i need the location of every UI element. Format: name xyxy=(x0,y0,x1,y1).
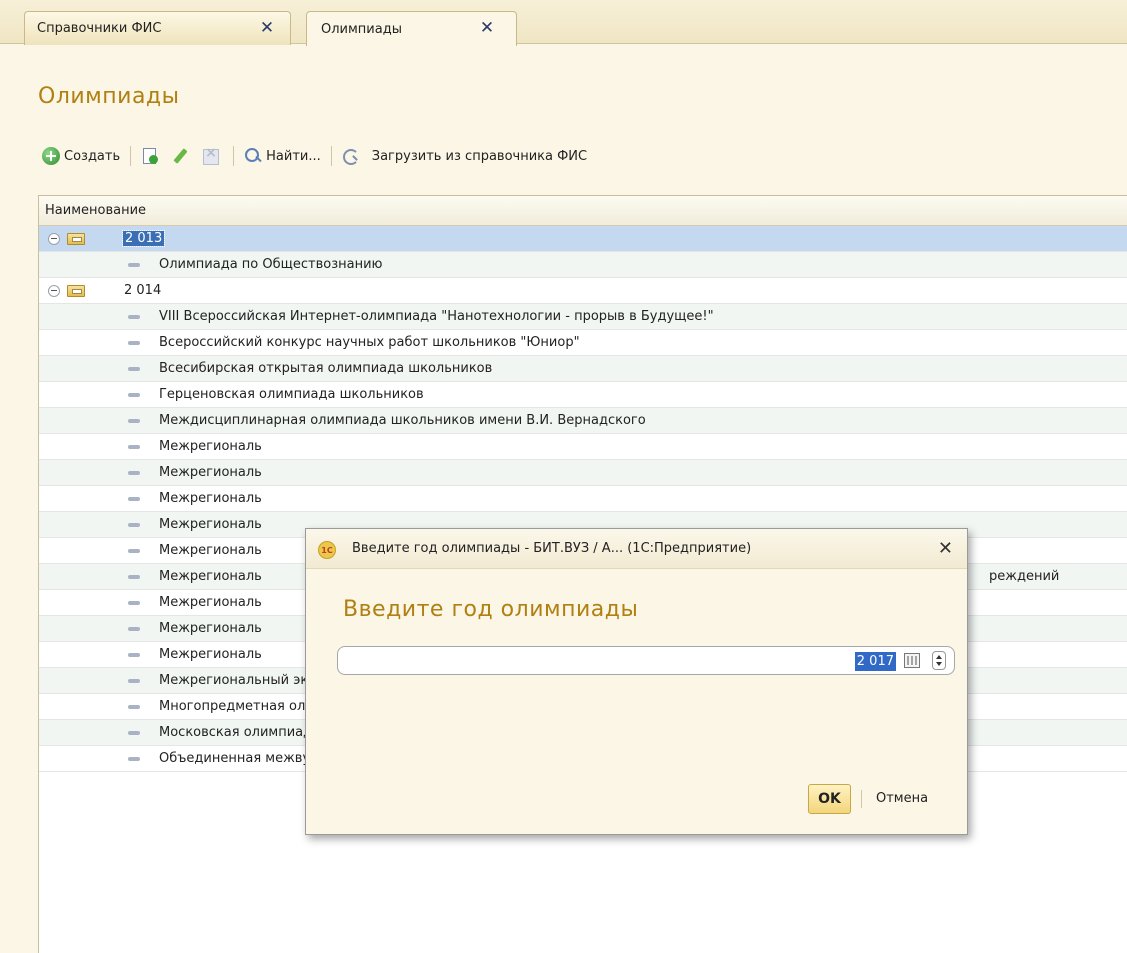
table-row[interactable]: Олимпиада по Обществознанию xyxy=(39,252,1127,278)
button-separator xyxy=(861,790,862,808)
group-row[interactable]: 2 014 xyxy=(39,278,1127,304)
element-icon xyxy=(128,757,140,761)
row-label-overflow: реждений xyxy=(989,569,1060,584)
pencil-icon xyxy=(171,147,189,165)
table-row[interactable]: Всероссийский конкурс научных работ школ… xyxy=(39,330,1127,356)
toolbar-separator xyxy=(233,146,235,166)
row-label: Всероссийский конкурс научных работ школ… xyxy=(159,335,580,350)
element-icon xyxy=(128,393,140,397)
delete-button[interactable] xyxy=(197,143,227,169)
calculator-icon[interactable] xyxy=(904,653,920,668)
ok-button[interactable]: OK xyxy=(808,784,851,814)
element-icon xyxy=(128,679,140,683)
copy-icon xyxy=(141,147,159,165)
table-row[interactable]: Междисциплинарная олимпиада школьников и… xyxy=(39,408,1127,434)
element-icon xyxy=(128,653,140,657)
element-icon xyxy=(128,731,140,735)
close-icon[interactable]: ✕ xyxy=(478,19,496,37)
row-label: Межрегиональ xyxy=(159,569,262,584)
table-row[interactable]: Герценовская олимпиада школьников xyxy=(39,382,1127,408)
row-label: Межрегиональ xyxy=(159,439,262,454)
row-label: Всесибирская открытая олимпиада школьник… xyxy=(159,361,493,376)
element-icon xyxy=(128,705,140,709)
element-icon xyxy=(128,367,140,371)
row-label: Герценовская олимпиада школьников xyxy=(159,387,424,402)
group-label: 2 014 xyxy=(124,283,162,298)
dialog-heading: Введите год олимпиады xyxy=(343,597,639,622)
collapse-icon[interactable] xyxy=(48,233,60,245)
close-icon[interactable]: ✕ xyxy=(258,19,276,37)
tab-label: Олимпиады xyxy=(321,21,402,37)
close-icon[interactable]: ✕ xyxy=(938,538,953,559)
folder-icon xyxy=(67,233,85,245)
search-icon xyxy=(244,147,262,165)
plus-icon xyxy=(42,147,60,165)
folder-icon xyxy=(67,285,85,297)
table-row[interactable]: Межрегиональ xyxy=(39,486,1127,512)
group-row[interactable]: 2 013 xyxy=(39,226,1127,252)
tab-fis-directories[interactable]: Справочники ФИС ✕ xyxy=(24,11,291,45)
column-header-name[interactable]: Наименование xyxy=(39,196,1127,226)
edit-button[interactable] xyxy=(167,143,197,169)
create-label: Создать xyxy=(64,148,121,164)
element-icon xyxy=(128,445,140,449)
table-row[interactable]: Межрегиональ xyxy=(39,434,1127,460)
table-row[interactable]: Всесибирская открытая олимпиада школьник… xyxy=(39,356,1127,382)
find-label: Найти... xyxy=(266,148,321,164)
row-label: Межрегиональ xyxy=(159,491,262,506)
tab-bar: Справочники ФИС ✕ Олимпиады ✕ xyxy=(0,0,1127,46)
element-icon xyxy=(128,601,140,605)
delete-icon xyxy=(201,145,220,165)
page-title: Олимпиады xyxy=(38,84,180,109)
element-icon xyxy=(128,523,140,527)
element-icon xyxy=(128,341,140,345)
collapse-icon[interactable] xyxy=(48,285,60,297)
row-label: Межрегиональ xyxy=(159,621,262,636)
row-label: Межрегиональ xyxy=(159,517,262,532)
row-label: VIII Всероссийская Интернет-олимпиада "Н… xyxy=(159,309,714,324)
tab-label: Справочники ФИС xyxy=(37,21,162,36)
find-button[interactable]: Найти... xyxy=(240,143,325,169)
row-label: Межрегиональ xyxy=(159,595,262,610)
tab-olympiads[interactable]: Олимпиады ✕ xyxy=(306,11,517,46)
row-label: Межрегиональ xyxy=(159,647,262,662)
element-icon xyxy=(128,497,140,501)
table-row[interactable]: VIII Всероссийская Интернет-олимпиада "Н… xyxy=(39,304,1127,330)
row-label: Олимпиада по Обществознанию xyxy=(159,257,383,272)
dialog-title: Введите год олимпиады - БИТ.ВУЗ / А... (… xyxy=(352,541,752,556)
copy-button[interactable] xyxy=(137,143,167,169)
load-from-fis-button[interactable]: Загрузить из справочника ФИС xyxy=(338,143,591,169)
load-icon xyxy=(342,147,360,165)
element-icon xyxy=(128,575,140,579)
dialog-titlebar: 1С Введите год олимпиады - БИТ.ВУЗ / А..… xyxy=(306,529,967,569)
toolbar: Создать Найти... Загрузить из справочник… xyxy=(38,142,1118,170)
spinner-icon[interactable] xyxy=(932,651,946,670)
row-label: Междисциплинарная олимпиада школьников и… xyxy=(159,413,646,428)
year-input-dialog: 1С Введите год олимпиады - БИТ.ВУЗ / А..… xyxy=(305,528,968,835)
element-icon xyxy=(128,419,140,423)
row-label: Межрегиональ xyxy=(159,543,262,558)
load-label: Загрузить из справочника ФИС xyxy=(371,148,588,164)
element-icon xyxy=(128,263,140,267)
year-value: 2 017 xyxy=(854,652,896,671)
element-icon xyxy=(128,471,140,475)
table-row[interactable]: Межрегиональ xyxy=(39,460,1127,486)
year-input[interactable]: 2 017 xyxy=(337,646,955,675)
toolbar-separator xyxy=(330,146,332,166)
cancel-button[interactable]: Отмена xyxy=(876,791,928,806)
row-label: Межрегиональ xyxy=(159,465,262,480)
1c-logo-icon: 1С xyxy=(318,541,336,559)
element-icon xyxy=(128,627,140,631)
group-label: 2 013 xyxy=(121,230,166,247)
create-button[interactable]: Создать xyxy=(38,143,124,169)
toolbar-separator xyxy=(130,146,132,166)
element-icon xyxy=(128,315,140,319)
element-icon xyxy=(128,549,140,553)
